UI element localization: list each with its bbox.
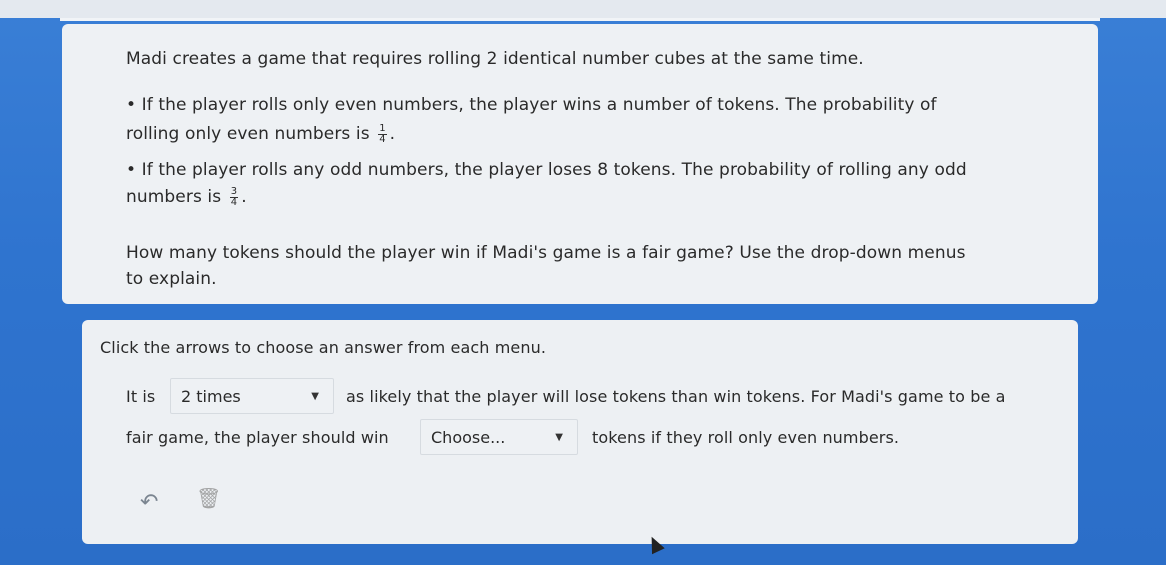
bullet-2-line-1: • If the player rolls any odd numbers, t…	[126, 160, 967, 180]
row-1-prefix: It is	[126, 387, 156, 406]
row-2-suffix: tokens if they roll only even numbers.	[592, 428, 900, 447]
trash-icon[interactable]: 🗑	[196, 486, 221, 510]
multiplier-dropdown[interactable]: 2 times ▼	[170, 378, 334, 414]
chevron-down-icon: ▼	[555, 432, 563, 443]
undo-icon[interactable]: ↶	[140, 490, 158, 515]
fraction-three-fourths: 3 4	[229, 185, 239, 208]
question-card: Madi creates a game that requires rollin…	[62, 24, 1098, 304]
question-line-2: to explain.	[126, 269, 217, 289]
screen: { "problem": { "intro": "Madi creates a …	[0, 0, 1166, 565]
row-2-prefix: fair game, the player should win	[126, 428, 389, 447]
fraction-one-fourth: 1 4	[378, 122, 387, 145]
top-bar	[0, 0, 1166, 18]
answer-card: Click the arrows to choose an answer fro…	[82, 320, 1078, 544]
problem-intro: Madi creates a game that requires rollin…	[126, 49, 864, 69]
bullet-2-line-2: numbers is 3 4 .	[126, 185, 247, 208]
multiplier-dropdown-value: 2 times	[181, 387, 241, 406]
top-divider	[60, 18, 1100, 21]
row-1-suffix: as likely that the player will lose toke…	[346, 387, 1006, 406]
bullet-1-text: rolling only even numbers is	[126, 124, 370, 144]
tokens-dropdown-value: Choose...	[431, 428, 506, 447]
bullet-1-line-1: • If the player rolls only even numbers,…	[126, 95, 937, 115]
instruction-text: Click the arrows to choose an answer fro…	[100, 338, 547, 357]
question-line-1: How many tokens should the player win if…	[126, 243, 966, 263]
bullet-1-line-2: rolling only even numbers is 1 4 .	[126, 122, 396, 145]
tokens-dropdown[interactable]: Choose... ▼	[420, 419, 578, 455]
chevron-down-icon: ▼	[311, 391, 319, 402]
bullet-2-text: numbers is	[126, 187, 222, 207]
